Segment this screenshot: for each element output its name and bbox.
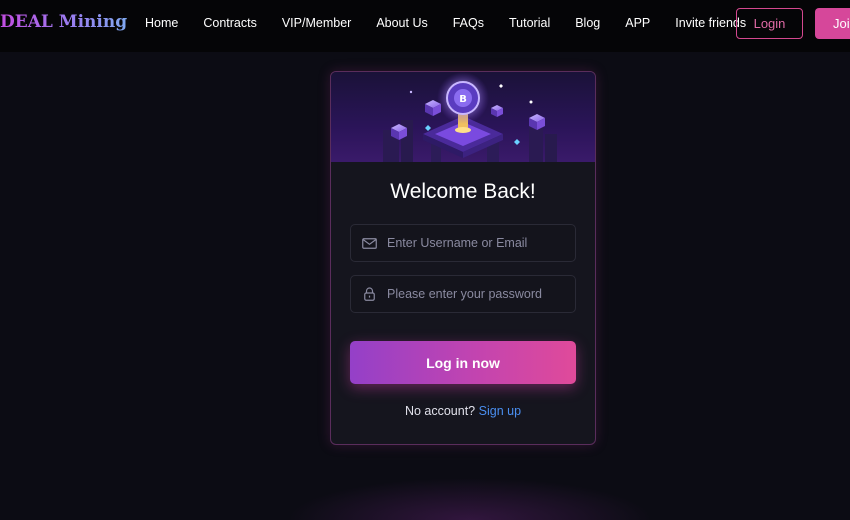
page: DEAL Mining Home Contracts VIP/Member Ab… bbox=[0, 0, 850, 520]
main-nav: Home Contracts VIP/Member About Us FAQs … bbox=[145, 0, 746, 46]
signup-prompt: No account? Sign up bbox=[331, 404, 595, 418]
login-submit-button[interactable]: Log in now bbox=[350, 341, 576, 384]
header-login-button[interactable]: Login bbox=[736, 8, 803, 39]
nav-item-about-us[interactable]: About Us bbox=[376, 16, 427, 30]
nav-item-faqs[interactable]: FAQs bbox=[453, 16, 484, 30]
password-field[interactable] bbox=[350, 275, 576, 313]
signup-link[interactable]: Sign up bbox=[479, 404, 521, 418]
username-field[interactable] bbox=[350, 224, 576, 262]
site-logo[interactable]: DEAL Mining bbox=[0, 12, 127, 32]
svg-text:B: B bbox=[459, 94, 467, 105]
nav-item-blog[interactable]: Blog bbox=[575, 16, 600, 30]
header-join-button[interactable]: Join bbox=[815, 8, 850, 39]
mail-icon bbox=[351, 237, 387, 249]
mining-illustration-svg: B bbox=[383, 72, 557, 162]
crypto-mining-banner-illustration: B bbox=[331, 72, 595, 162]
no-account-text: No account? bbox=[404, 404, 476, 418]
welcome-title: Welcome Back! bbox=[390, 180, 536, 203]
username-input[interactable] bbox=[387, 225, 575, 261]
nav-item-home[interactable]: Home bbox=[145, 16, 178, 30]
top-navigation-bar: DEAL Mining Home Contracts VIP/Member Ab… bbox=[0, 0, 850, 52]
password-input[interactable] bbox=[387, 276, 575, 312]
nav-item-contracts[interactable]: Contracts bbox=[203, 16, 257, 30]
nav-item-app[interactable]: APP bbox=[625, 16, 650, 30]
nav-item-vip-member[interactable]: VIP/Member bbox=[282, 16, 351, 30]
login-card: B Welcome Back! Enter Username or Email … bbox=[330, 71, 596, 445]
nav-item-tutorial[interactable]: Tutorial bbox=[509, 16, 550, 30]
lock-icon bbox=[351, 287, 387, 301]
